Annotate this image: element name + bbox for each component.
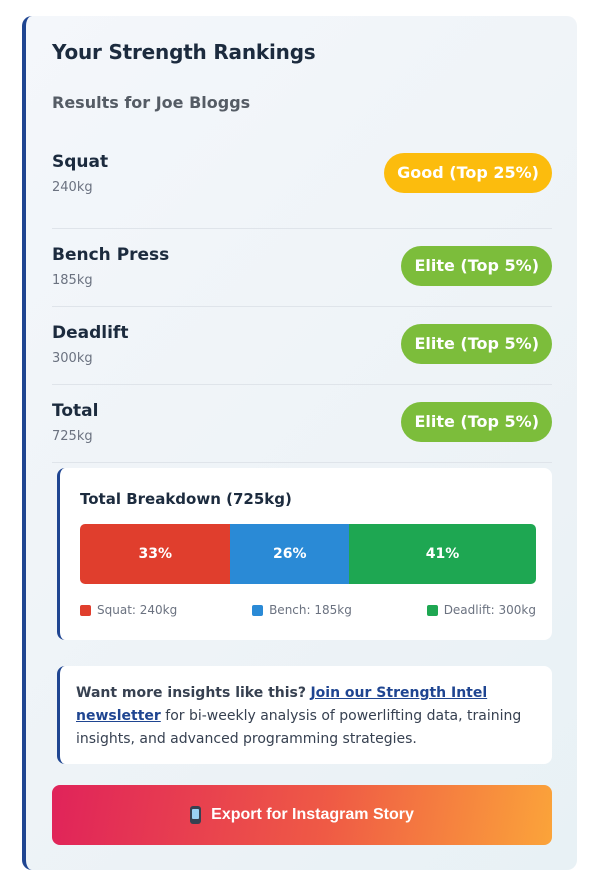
rank-badge: Good (Top 25%): [384, 153, 552, 193]
breakdown-legend: Squat: 240kg Bench: 185kg Deadlift: 300k…: [80, 602, 536, 618]
rank-badge: Elite (Top 5%): [401, 324, 552, 364]
legend-item-deadlift: Deadlift: 300kg: [426, 602, 536, 618]
mobile-phone-icon: [190, 806, 202, 824]
lift-weight: 240kg: [52, 180, 93, 195]
legend-label: Deadlift: 300kg: [443, 603, 536, 617]
lift-name: Bench Press: [52, 245, 170, 265]
breakdown-title: Total Breakdown (725kg): [80, 490, 292, 508]
deadlift-segment: 41%: [349, 524, 536, 584]
newsletter-insights-box: Want more insights like this? Join our S…: [57, 666, 552, 764]
lift-name: Total: [52, 401, 99, 421]
lift-name: Squat: [52, 152, 109, 172]
ranking-row-total: Total 725kg Elite (Top 5%): [52, 385, 552, 463]
lift-name: Deadlift: [52, 323, 129, 343]
rankings-list: Squat 240kg Good (Top 25%) Bench Press 1…: [52, 152, 552, 463]
page-title: Your Strength Rankings: [52, 40, 316, 64]
lift-weight: 185kg: [52, 273, 93, 288]
ranking-row-squat: Squat 240kg Good (Top 25%): [52, 152, 552, 229]
squat-swatch: [80, 604, 91, 616]
legend-item-bench: Bench: 185kg: [252, 602, 352, 618]
legend-item-squat: Squat: 240kg: [80, 602, 177, 618]
total-breakdown-panel: Total Breakdown (725kg) 33% 26% 41% Squa…: [57, 468, 552, 640]
bench-swatch: [252, 604, 264, 616]
legend-label: Squat: 240kg: [97, 603, 178, 617]
export-button-label: Export for Instagram Story: [211, 806, 414, 823]
bench-segment: 26%: [230, 524, 350, 584]
lift-weight: 300kg: [52, 351, 93, 366]
ranking-row-bench-press: Bench Press 185kg Elite (Top 5%): [52, 229, 552, 307]
breakdown-bar: 33% 26% 41%: [80, 524, 536, 584]
ranking-row-deadlift: Deadlift 300kg Elite (Top 5%): [52, 307, 552, 385]
rank-badge: Elite (Top 5%): [401, 402, 552, 442]
legend-label: Bench: 185kg: [269, 603, 352, 617]
strength-rankings-card: Your Strength Rankings Results for Joe B…: [22, 16, 577, 870]
export-instagram-story-button[interactable]: Export for Instagram Story: [52, 785, 552, 845]
squat-segment: 33%: [80, 524, 231, 584]
insights-lead-text: Want more insights like this?: [76, 685, 307, 701]
results-subtitle: Results for Joe Bloggs: [52, 93, 251, 112]
deadlift-swatch: [426, 604, 438, 616]
lift-weight: 725kg: [52, 429, 93, 444]
rank-badge: Elite (Top 5%): [401, 246, 552, 286]
